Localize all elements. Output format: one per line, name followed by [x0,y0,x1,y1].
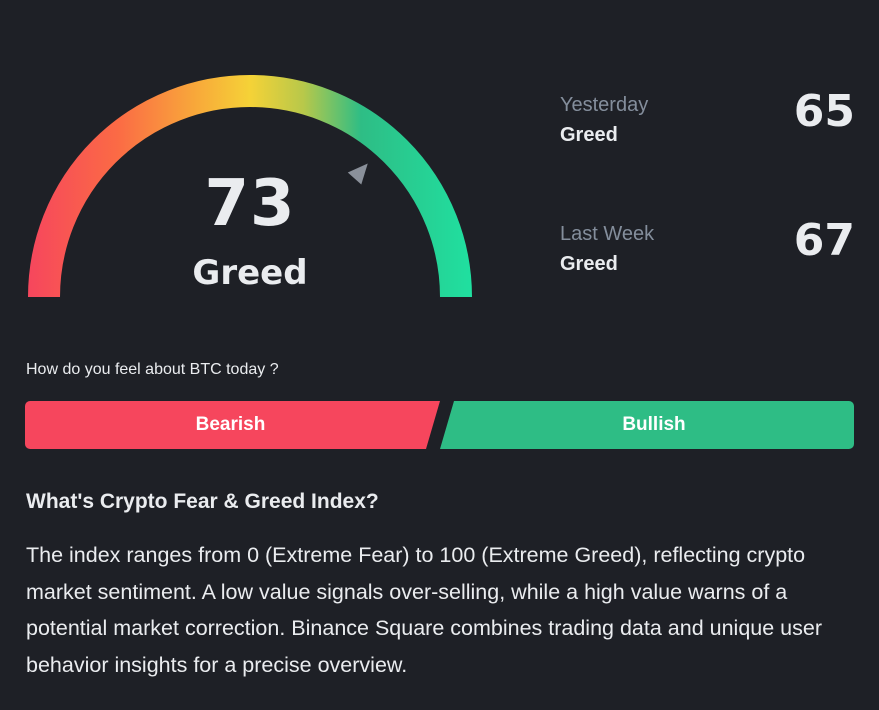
bearish-button[interactable]: Bearish [25,401,440,449]
info-title: What's Crypto Fear & Greed Index? [26,490,379,513]
fear-greed-gauge: 73 Greed [0,0,500,320]
stat-yesterday: Yesterday Greed 65 [560,86,855,148]
gauge-classification: Greed [192,253,308,293]
bearish-button-label: Bearish [195,414,266,435]
stat-last-week-value: 67 [793,215,855,266]
bullish-button[interactable]: Bullish [440,401,854,449]
fear-greed-widget: 73 Greed Yesterday Greed 65 Last Week Gr… [0,0,879,710]
gauge-value: 73 [204,167,296,241]
gauge-pointer-icon [347,163,368,185]
sentiment-question: How do you feel about BTC today ? [26,361,279,378]
stat-yesterday-value: 65 [793,86,855,137]
bullish-button-label: Bullish [622,414,686,435]
info-body: The index ranges from 0 (Extreme Fear) t… [26,543,822,677]
stat-last-week: Last Week Greed 67 [560,215,855,277]
